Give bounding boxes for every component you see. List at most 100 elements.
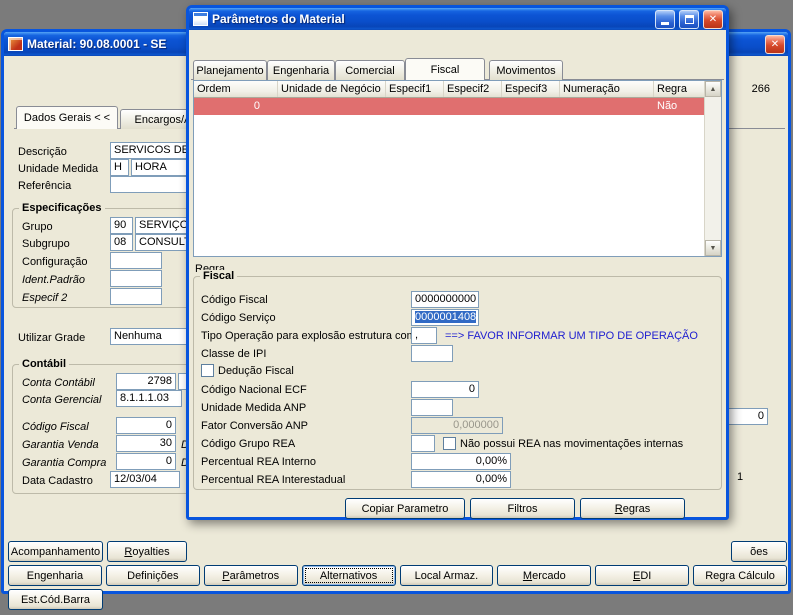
column-ordem[interactable]: Ordem <box>194 81 278 97</box>
tab-dados-gerais[interactable]: Dados Gerais < < <box>16 106 118 129</box>
column-regra[interactable]: Regra <box>654 81 704 97</box>
conta-gerencial-input[interactable]: 8.1.1.1.03 <box>116 390 182 407</box>
codigo-grupo-rea-input[interactable] <box>411 435 435 452</box>
subgrupo-code-input[interactable]: 08 <box>110 234 133 251</box>
data-cadastro-input[interactable]: 12/03/04 <box>110 471 180 488</box>
minimize-icon <box>661 22 669 25</box>
data-cadastro-label: Data Cadastro <box>22 475 93 487</box>
grupo-code-input[interactable]: 90 <box>110 217 133 234</box>
deducao-fiscal-label: Dedução Fiscal <box>218 365 294 377</box>
royalties-button-label: Royalties <box>124 545 170 558</box>
column-numeracao[interactable]: Numeração <box>560 81 654 97</box>
definicoes-button[interactable]: Definições <box>105 565 200 586</box>
parametros-grid[interactable]: Ordem Unidade de Negócio Especif1 Especi… <box>193 80 722 257</box>
cell-numeracao <box>560 98 654 115</box>
scroll-down-icon[interactable]: ▼ <box>705 240 721 256</box>
maximize-icon <box>684 14 694 24</box>
referencia-label: Referência <box>18 180 72 192</box>
maximize-button[interactable] <box>679 9 699 29</box>
classe-ipi-label: Classe de IPI <box>201 348 267 360</box>
tab-movimentos[interactable]: Movimentos <box>489 60 563 80</box>
fator-conversao-anp-input: 0,000000 <box>411 417 503 434</box>
button-row-2: Engenharia Definições Parâmetros Alterna… <box>8 565 787 586</box>
unidade-medida-code-input[interactable]: H <box>110 159 129 176</box>
fiscal-group-title: Fiscal <box>200 270 238 282</box>
grid-header[interactable]: Ordem Unidade de Negócio Especif1 Especi… <box>194 81 721 98</box>
codigo-fiscal-label: Código Fiscal <box>201 294 268 306</box>
scroll-up-icon[interactable]: ▲ <box>705 81 721 97</box>
royalties-button[interactable]: Royalties <box>107 541 187 562</box>
deducao-fiscal-checkbox[interactable] <box>201 364 214 377</box>
column-especif2[interactable]: Especif2 <box>444 81 502 97</box>
regras-button-label: Regras <box>614 502 651 515</box>
garantia-compra-input[interactable]: 0 <box>116 453 176 470</box>
cell-regra: Não <box>657 100 678 112</box>
grid-row-selected[interactable]: 0 Não <box>194 98 721 115</box>
minimize-button[interactable] <box>655 9 675 29</box>
material-close-button[interactable]: ✕ <box>765 34 785 54</box>
record-counter: 266 <box>751 83 770 95</box>
percentual-rea-interestadual-input[interactable]: 0,00% <box>411 471 511 488</box>
descricao-label: Descrição <box>18 146 67 158</box>
conta-gerencial-label: Conta Gerencial <box>22 394 102 406</box>
tab-comercial[interactable]: Comercial <box>335 60 405 80</box>
parametros-titlebar[interactable]: Parâmetros do Material ✕ <box>189 8 726 30</box>
column-especif1[interactable]: Especif1 <box>386 81 444 97</box>
ident-padrao-input[interactable] <box>110 270 162 287</box>
grid-scrollbar[interactable]: ▲ ▼ <box>704 81 721 256</box>
especif2-input[interactable] <box>110 288 162 305</box>
parametros-window: Parâmetros do Material ✕ Planejamento En… <box>186 5 729 520</box>
codigo-servico-input[interactable]: 0000001408 <box>411 309 479 326</box>
unidade-medida-anp-input[interactable] <box>411 399 453 416</box>
codigo-fiscal-main-input[interactable]: 0 <box>116 417 176 434</box>
acompanhamento-button[interactable]: Acompanhamento <box>8 541 103 562</box>
codigo-servico-selection: 0000001408 <box>415 311 477 323</box>
edi-button[interactable]: EDI <box>595 565 690 586</box>
engenharia-button[interactable]: Engenharia <box>8 565 102 586</box>
clipped-button-oes[interactable]: ões <box>731 541 787 562</box>
local-armaz-button[interactable]: Local Armaz. <box>399 565 494 586</box>
material-app-icon <box>8 37 23 51</box>
regra-calculo-button[interactable]: Regra Cálculo <box>693 565 787 586</box>
rea-checkbox-label: Não possui REA nas movimentações interna… <box>460 438 684 450</box>
conta-contabil-label: Conta Contábil <box>22 377 95 389</box>
filtros-button[interactable]: Filtros <box>470 498 575 519</box>
classe-ipi-input[interactable] <box>411 345 453 362</box>
cell-especif1 <box>386 98 444 115</box>
tab-engenharia[interactable]: Engenharia <box>267 60 335 80</box>
tab-fiscal[interactable]: Fiscal <box>405 58 485 80</box>
alternativos-button-label: Alternativos <box>319 569 378 582</box>
cell-ordem: 0 <box>253 100 260 112</box>
rea-checkbox[interactable] <box>443 437 456 450</box>
tipo-operacao-input[interactable]: , <box>411 327 437 344</box>
grupo-label: Grupo <box>22 221 53 233</box>
copiar-parametro-button[interactable]: Copiar Parametro <box>345 498 465 519</box>
unidade-medida-anp-label: Unidade Medida ANP <box>201 402 307 414</box>
referencia-input[interactable] <box>110 176 188 193</box>
local-armaz-button-label: Local Armaz. <box>414 569 479 582</box>
percentual-rea-interno-input[interactable]: 0,00% <box>411 453 511 470</box>
codigo-nacional-ecf-input[interactable]: 0 <box>411 381 479 398</box>
column-especif3[interactable]: Especif3 <box>502 81 560 97</box>
tab-planejamento[interactable]: Planejamento <box>193 60 267 80</box>
alternativos-button[interactable]: Alternativos <box>301 565 396 586</box>
configuracao-input[interactable] <box>110 252 162 269</box>
column-unidade-negocio[interactable]: Unidade de Negócio <box>278 81 386 97</box>
parametros-button-label: Parâmetros <box>222 569 280 582</box>
scroll-track[interactable] <box>705 97 721 240</box>
cell-unidade-negocio <box>278 98 386 115</box>
parametros-button[interactable]: Parâmetros <box>203 565 298 586</box>
tipo-operacao-warning: ==> FAVOR INFORMAR UM TIPO DE OPERAÇÃO <box>445 330 698 342</box>
mercado-button[interactable]: Mercado <box>497 565 592 586</box>
garantia-venda-label: Garantia Venda <box>22 439 99 451</box>
especificacoes-group-title: Especificações <box>19 202 105 214</box>
conta-contabil-input[interactable]: 2798 <box>116 373 176 390</box>
utilizar-grade-value: Nenhuma <box>114 330 162 342</box>
regra-calculo-button-label: Regra Cálculo <box>705 569 775 582</box>
especif2-label: Especif 2 <box>22 292 68 304</box>
garantia-venda-input[interactable]: 30 <box>116 435 176 452</box>
codigo-fiscal-input[interactable]: 0000000000 <box>411 291 479 308</box>
close-button[interactable]: ✕ <box>703 9 723 29</box>
fator-conversao-anp-label: Fator Conversão ANP <box>201 420 308 432</box>
regras-button[interactable]: Regras <box>580 498 685 519</box>
